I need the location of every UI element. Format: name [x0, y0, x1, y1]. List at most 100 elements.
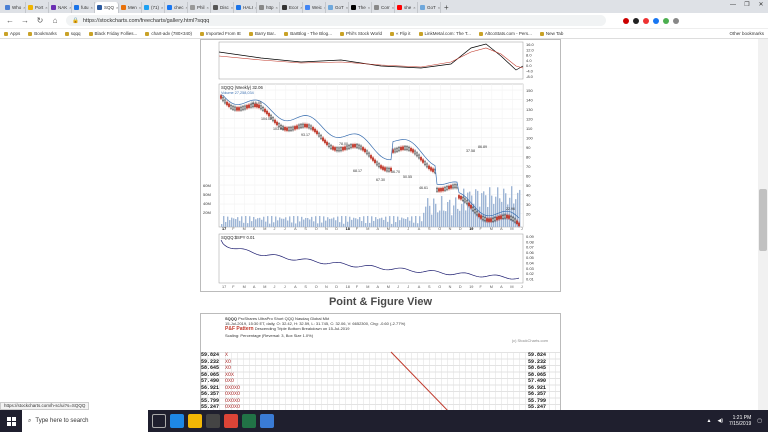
volume-bar [447, 202, 449, 227]
volume-bar [269, 223, 271, 227]
extension-icon[interactable] [623, 17, 629, 24]
notifications-icon[interactable]: ▢ [757, 418, 762, 424]
scrollbar-thumb[interactable] [759, 189, 767, 251]
reload-icon[interactable]: ↻ [36, 16, 44, 25]
tab-close-icon[interactable]: × [368, 5, 370, 10]
browser-tab[interactable]: Who × [3, 2, 26, 13]
bookmark-label: Imported From IE [205, 31, 241, 36]
browser-tab[interactable]: Men × [119, 2, 142, 13]
tab-close-icon[interactable]: × [276, 5, 278, 10]
extension-icon[interactable] [633, 17, 639, 24]
candle-body [302, 123, 304, 128]
browser-tab[interactable]: futu × [72, 2, 95, 13]
browser-tab[interactable]: The × [349, 2, 372, 13]
tab-close-icon[interactable]: × [45, 5, 47, 10]
bookmark-item[interactable]: Phil's Stock World [339, 31, 382, 36]
home-icon[interactable]: ⌂ [51, 16, 59, 25]
app-icon[interactable] [260, 414, 274, 428]
bookmark-item[interactable]: Barry Bar.. [248, 31, 276, 36]
tab-close-icon[interactable]: × [139, 5, 141, 10]
extension-icon[interactable] [653, 17, 659, 24]
extension-icon[interactable] [643, 17, 649, 24]
bookmark-item[interactable]: AltcoStats.com - Pers... [478, 31, 532, 36]
tab-close-icon[interactable]: × [346, 5, 348, 10]
edge-icon[interactable] [170, 414, 184, 428]
candle-body [364, 148, 366, 153]
month-label: D [459, 227, 462, 231]
maximize-icon[interactable]: ❐ [740, 0, 754, 10]
browser-tab[interactable]: Weic× [303, 2, 326, 13]
clock[interactable]: 1:21 PM 7/15/2019 [729, 415, 751, 427]
tab-close-icon[interactable]: × [413, 5, 415, 10]
tab-close-icon[interactable]: × [207, 5, 209, 10]
new-tab-button[interactable]: + [444, 2, 449, 13]
bookmark-item[interactable]: « Flip it [390, 31, 411, 36]
store-icon[interactable] [206, 414, 220, 428]
browser-tab[interactable]: Corr × [372, 2, 395, 13]
browser-tab[interactable]: GoT × [326, 2, 349, 13]
candle-body [288, 127, 290, 131]
tab-label: Disc [220, 5, 229, 10]
network-icon[interactable]: ▲ [707, 418, 712, 424]
bookmark-item[interactable]: Black Friday Follies... [88, 31, 137, 36]
taskbar-search[interactable]: ⌕ Type here to search [22, 410, 148, 432]
profile-avatar[interactable] [673, 17, 679, 24]
bookmark-item[interactable]: Bookmarks [28, 31, 57, 36]
candle-body [408, 147, 410, 151]
tab-close-icon[interactable]: × [161, 5, 163, 10]
month-label: F [356, 227, 359, 231]
candle-body [326, 141, 328, 146]
volume-bar [331, 218, 333, 227]
volume-bar [315, 216, 317, 227]
bookmarks-bar: Apps Bookmarks sqqq Black Friday Follies...… [0, 29, 768, 39]
bookmark-item[interactable]: Imported From IE [199, 31, 241, 36]
bookmark-item[interactable]: New Tab [539, 31, 563, 36]
excel-icon[interactable] [242, 414, 256, 428]
bookmark-item[interactable]: BarBlog - The Blog... [284, 31, 332, 36]
tab-close-icon[interactable]: × [116, 5, 118, 10]
close-window-icon[interactable]: ✕ [754, 0, 768, 10]
bookmark-item[interactable]: LinkMetal.com: The T... [418, 31, 471, 36]
candle-body [306, 124, 308, 128]
browser-tab[interactable]: HALI × [234, 2, 257, 13]
extension-icon[interactable] [663, 17, 669, 24]
volume-bar [495, 196, 497, 227]
chrome-icon[interactable] [224, 414, 238, 428]
forward-icon[interactable]: → [21, 16, 29, 25]
browser-tab[interactable]: SQQ × [95, 2, 119, 13]
task-view-icon[interactable] [152, 414, 166, 428]
browser-tab[interactable]: http × [257, 2, 280, 13]
url-bar[interactable]: 🔒 https://stockcharts.com/freecharts/gal… [66, 15, 606, 26]
volume-bar [261, 219, 263, 227]
tab-close-icon[interactable]: × [231, 5, 233, 10]
tab-close-icon[interactable]: × [91, 5, 93, 10]
browser-tab[interactable]: GoT × [418, 2, 441, 13]
browser-tab[interactable]: NAK × [49, 2, 72, 13]
page-scrollbar[interactable] [758, 39, 768, 410]
bookmark-item[interactable]: Apps [4, 31, 20, 36]
candle-body [318, 132, 320, 137]
other-bookmarks[interactable]: Other bookmarks [729, 31, 764, 36]
back-icon[interactable]: ← [6, 16, 14, 25]
browser-tab[interactable]: she × [395, 2, 418, 13]
volume-icon[interactable]: ◀) [718, 418, 724, 424]
browser-tab[interactable]: chec × [165, 2, 188, 13]
bookmark-item[interactable]: chart-adv (780×340) [145, 31, 192, 36]
browser-tab[interactable]: Ecor × [280, 2, 303, 13]
browser-tab[interactable]: Port × [26, 2, 49, 13]
start-button[interactable] [0, 410, 22, 432]
file-explorer-icon[interactable] [188, 414, 202, 428]
candle-body [360, 145, 362, 150]
browser-tab[interactable]: (71) × [142, 2, 165, 13]
candle-body [472, 207, 474, 211]
candle-body [272, 117, 274, 121]
minimize-icon[interactable]: — [726, 0, 740, 10]
tab-favicon-icon [420, 5, 425, 10]
ratio-tick-label: 0.05 [526, 255, 535, 260]
bookmark-item[interactable]: sqqq [64, 31, 81, 36]
browser-tab[interactable]: Phil × [188, 2, 211, 13]
volume-bar [281, 218, 283, 227]
browser-tab[interactable]: Disc × [211, 2, 234, 13]
tab-close-icon[interactable]: × [438, 5, 440, 10]
tab-close-icon[interactable]: × [392, 5, 394, 10]
